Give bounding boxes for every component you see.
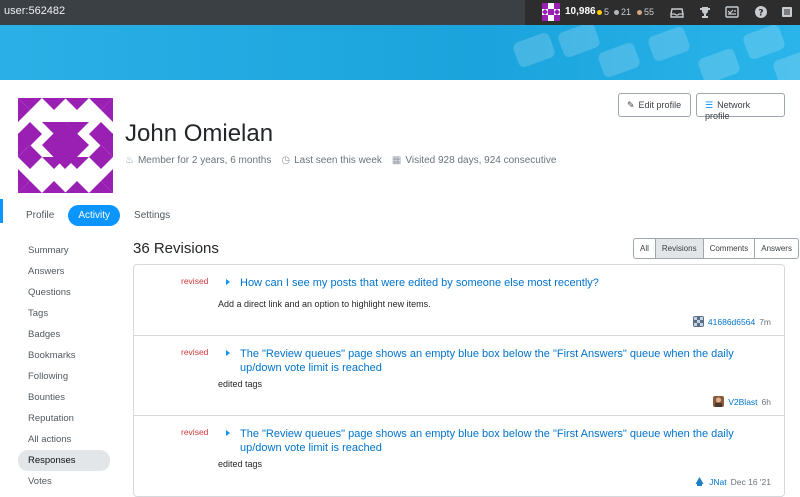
revision-time: 6h: [761, 396, 771, 407]
help-icon[interactable]: ?: [754, 5, 768, 19]
last-seen: ◷ Last seen this week: [281, 155, 382, 166]
banner-decoration: [741, 25, 787, 61]
revision-time: 7m: [759, 316, 771, 327]
visited: ▦ Visited 928 days, 924 consecutive: [391, 155, 557, 166]
sidenav-item-badges[interactable]: Badges: [18, 324, 110, 345]
revision-user: 41686d6564 7m: [692, 316, 771, 327]
edit-profile-button[interactable]: ✎ Edit profile: [618, 93, 691, 117]
calendar-icon: ▦: [391, 155, 402, 166]
profile-avatar: [18, 98, 113, 193]
user-avatar-small[interactable]: [542, 3, 560, 21]
revision-title-link[interactable]: The "Review queues" page shows an empty …: [240, 427, 740, 455]
sidenav-item-tags[interactable]: Tags: [18, 303, 110, 324]
banner-decoration: [556, 25, 602, 59]
tab-settings[interactable]: Settings: [126, 205, 178, 226]
sidenav-item-questions[interactable]: Questions: [18, 282, 110, 303]
filter-revisions[interactable]: Revisions: [655, 239, 704, 258]
revision-type: revised: [181, 347, 209, 357]
revision-time: Dec 16 '21: [730, 476, 771, 487]
network-icon: ☰: [705, 100, 714, 110]
silver-badge-count: 21: [614, 7, 631, 17]
list-item: revised The "Review queues" page shows a…: [134, 416, 784, 496]
revision-filter: All Revisions Comments Answers: [633, 238, 799, 259]
user-name-link[interactable]: JNat: [709, 477, 726, 487]
caret-right-icon: [226, 279, 230, 285]
revisions-list: revised How can I see my posts that were…: [133, 264, 785, 497]
filter-answers[interactable]: Answers: [755, 239, 798, 258]
active-tab-indicator: [0, 199, 3, 223]
profile-name: John Omielan: [125, 120, 274, 147]
silver-badge-icon: [614, 10, 619, 16]
revision-comment: edited tags: [218, 459, 263, 469]
top-bar: user:562482 10,986 5 21 55 ?: [0, 0, 800, 25]
gold-badge-count: 5: [597, 7, 609, 17]
revisions-heading: 36 Revisions: [133, 240, 219, 257]
cake-icon: ♨: [125, 155, 134, 166]
sidenav-item-votes[interactable]: Votes: [18, 471, 110, 492]
list-item: revised How can I see my posts that were…: [134, 265, 784, 336]
tab-profile[interactable]: Profile: [18, 205, 62, 226]
banner-decoration: [696, 47, 742, 80]
sidenav-item-bookmarks[interactable]: Bookmarks: [18, 345, 110, 366]
trophy-icon[interactable]: [698, 5, 712, 19]
revision-title-link[interactable]: How can I see my posts that were edited …: [240, 276, 740, 290]
revision-title-link[interactable]: The "Review queues" page shows an empty …: [240, 347, 740, 375]
filter-all[interactable]: All: [634, 239, 656, 258]
tab-activity[interactable]: Activity: [68, 205, 121, 226]
profile-meta: ♨ Member for 2 years, 6 months ◷ Last seen…: [125, 155, 556, 166]
filter-comments[interactable]: Comments: [704, 239, 756, 258]
caret-right-icon: [226, 430, 230, 436]
user-avatar[interactable]: [692, 316, 704, 327]
revision-comment: edited tags: [218, 379, 263, 389]
revision-user: JNat Dec 16 '21: [694, 476, 771, 487]
profile-tabs: Profile Activity Settings: [18, 205, 178, 226]
banner-decoration: [511, 31, 557, 69]
sidenav-item-following[interactable]: Following: [18, 366, 110, 387]
review-icon[interactable]: [725, 5, 739, 19]
sidenav-item-summary[interactable]: Summary: [18, 240, 110, 261]
sidenav-item-reputation[interactable]: Reputation: [18, 408, 110, 429]
activity-sidenav: Summary Answers Questions Tags Badges Bo…: [18, 240, 110, 492]
inbox-icon[interactable]: [670, 5, 684, 19]
member-for: ♨ Member for 2 years, 6 months: [125, 155, 272, 166]
network-profile-button[interactable]: ☰ Network profile: [696, 93, 785, 121]
clock-icon: ◷: [281, 155, 291, 166]
user-name-link[interactable]: V2Blast: [728, 397, 757, 407]
bronze-badge-icon: [637, 10, 642, 16]
sidenav-item-all-actions[interactable]: All actions: [18, 429, 110, 450]
user-name-link[interactable]: 41686d6564: [708, 317, 755, 327]
caret-right-icon: [226, 350, 230, 356]
user-avatar[interactable]: [694, 476, 706, 487]
reputation-count[interactable]: 10,986: [565, 6, 596, 17]
sidenav-item-responses[interactable]: Responses: [18, 450, 110, 471]
menu-icon[interactable]: [780, 5, 794, 19]
gold-badge-icon: [597, 10, 602, 16]
sidenav-item-answers[interactable]: Answers: [18, 261, 110, 282]
revision-comment: Add a direct link and an option to highl…: [218, 299, 431, 309]
pencil-icon: ✎: [627, 100, 635, 110]
user-label: user:562482: [4, 5, 66, 17]
sidenav-item-bounties[interactable]: Bounties: [18, 387, 110, 408]
bronze-badge-count: 55: [637, 7, 654, 17]
user-avatar[interactable]: [713, 396, 725, 407]
banner-decoration: [596, 41, 642, 79]
profile-banner: [0, 25, 800, 80]
revision-type: revised: [181, 276, 209, 286]
revision-type: revised: [181, 427, 209, 437]
banner-decoration: [646, 25, 692, 63]
banner-decoration: [771, 49, 800, 80]
svg-text:?: ?: [758, 9, 763, 19]
revision-user: V2Blast 6h: [713, 396, 771, 407]
list-item: revised The "Review queues" page shows a…: [134, 336, 784, 416]
